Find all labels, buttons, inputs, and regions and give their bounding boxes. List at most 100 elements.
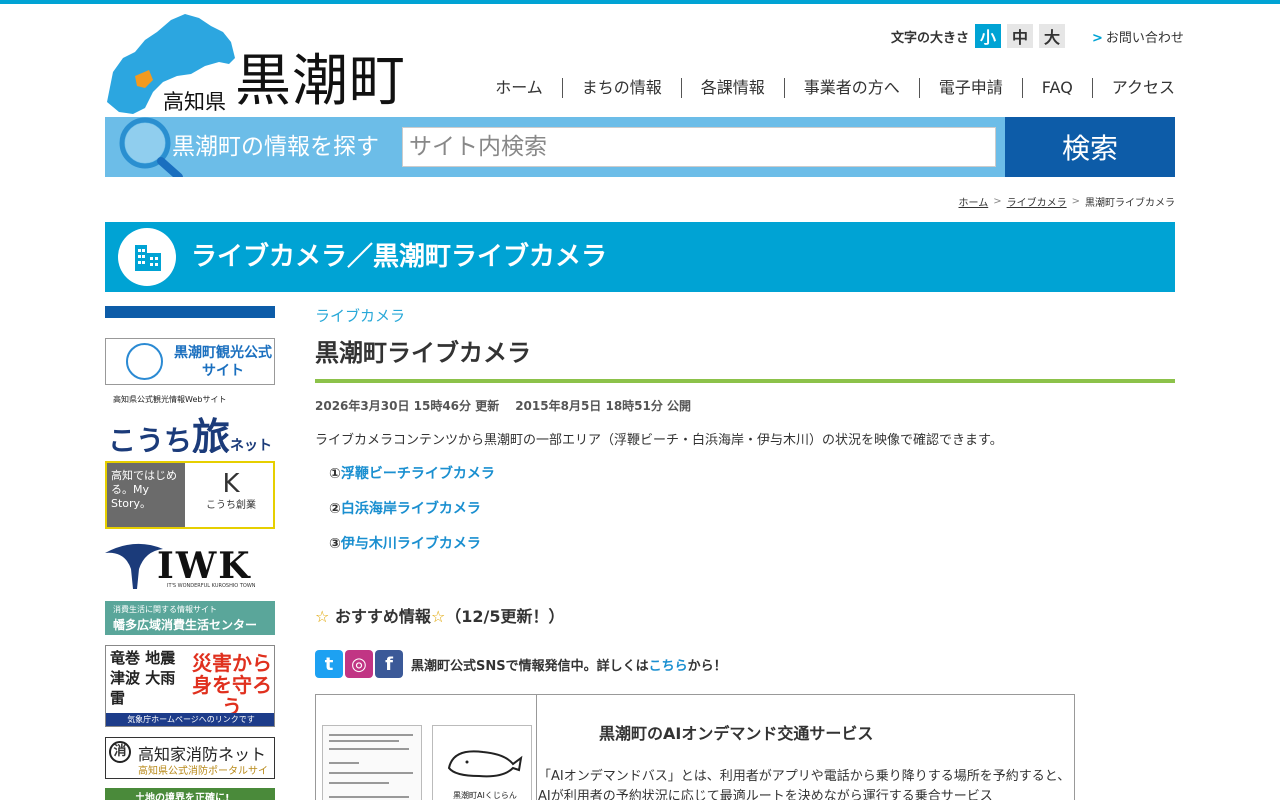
- banner-land-boundary[interactable]: 土地の境界を正確に!: [105, 788, 275, 800]
- startup-photo: 高知ではじめる。My Story。: [107, 463, 185, 527]
- startup-label: K こうち創業: [191, 469, 271, 513]
- banner-kuroshio-tourism-label: 黒潮町観光公式サイト: [174, 345, 272, 379]
- banner-kochi-tabi-net[interactable]: 高知県公式観光情報Webサイト こうち旅ネット: [105, 393, 275, 453]
- banner-kochi-fire-net[interactable]: 消 高知家消防ネット 高知県公式消防ポータルサイト: [105, 737, 275, 779]
- search-label: 黒潮町の情報を探す: [172, 134, 379, 160]
- info-image-cell: 黒潮町AIくじらん: [316, 695, 537, 800]
- nav-departments[interactable]: 各課情報: [680, 78, 784, 98]
- logo-town-name: 黒潮町: [235, 49, 406, 114]
- banner-kuroshio-tourism[interactable]: 黒潮町観光公式サイト: [105, 338, 275, 385]
- font-size-small-button[interactable]: 小: [975, 24, 1002, 48]
- updated-date: 2026年3月30日 15時46分 更新: [315, 399, 500, 413]
- breadcrumb-separator: >: [993, 196, 1002, 207]
- banner-land-boundary-label: 土地の境界を正確に!: [135, 793, 230, 800]
- camera-link-iyoki[interactable]: 伊与木川ライブカメラ: [341, 536, 481, 552]
- nav-e-application[interactable]: 電子申請: [918, 78, 1022, 98]
- banner-iwk[interactable]: IWK IT'S WONDERFUL KUROSHIO TOWN: [105, 539, 275, 591]
- page-dates: 2026年3月30日 15時46分 更新 2015年8月5日 18時51分 公開: [315, 397, 691, 414]
- sns-text-body: 黒潮町公式SNSで情報発信中。詳しくは: [411, 658, 649, 674]
- breadcrumb-home[interactable]: ホーム: [959, 194, 989, 209]
- kujiran-label: 黒潮町AIくじらん: [453, 791, 517, 800]
- nav-faq[interactable]: FAQ: [1021, 78, 1092, 98]
- breadcrumb-current: 黒潮町ライブカメラ: [1085, 198, 1175, 209]
- published-date: 2015年8月5日 18時51分 公開: [515, 399, 692, 413]
- info-box-body: 「AIオンデマンドバス」とは、利用者がアプリや電話から乗り降りする場所を予約する…: [538, 769, 1071, 800]
- whale-icon: [447, 750, 523, 778]
- font-size-label: 文字の大きさ: [891, 30, 970, 46]
- banner-disaster-types: 竜巻 地震 津波 大雨 雷: [110, 649, 176, 707]
- facebook-icon[interactable]: f: [375, 650, 403, 678]
- breadcrumb-livecamera[interactable]: ライブカメラ: [1007, 194, 1067, 209]
- sidebar-top-bar: [105, 306, 275, 318]
- fire-mark-icon: 消: [109, 741, 131, 763]
- nav-home[interactable]: ホーム: [495, 78, 562, 98]
- sns-text-suffix: から！: [687, 658, 727, 674]
- sns-link[interactable]: こちら: [649, 659, 688, 674]
- banner-consumer-subtitle: 消費生活に関する情報サイト: [113, 605, 217, 614]
- ai-ondemand-info-box: 黒潮町AIくじらん 黒潮町のAIオンデマンド交通サービス 「AIオンデマンドバス…: [315, 694, 1075, 800]
- camera-item: ③伊与木川ライブカメラ: [329, 533, 481, 553]
- nav-town-info[interactable]: まちの情報: [561, 78, 681, 98]
- building-icon: [135, 245, 161, 271]
- camera-number: ①: [329, 466, 341, 482]
- camera-item: ①浮鞭ビーチライブカメラ: [329, 463, 495, 483]
- sns-text: 黒潮町公式SNSで情報発信中。詳しくはこちらから！: [411, 655, 727, 674]
- info-box-title: 黒潮町のAIオンデマンド交通サービス: [599, 724, 874, 743]
- contact-link-label: お問い合わせ: [1105, 31, 1184, 46]
- camera-number: ②: [329, 501, 341, 517]
- contact-link[interactable]: > お問い合わせ: [1092, 27, 1184, 46]
- instagram-icon[interactable]: ◎: [345, 650, 373, 678]
- site-logo[interactable]: 高知県 黒潮町: [105, 12, 415, 116]
- startup-photo-text: 高知ではじめる。My Story。: [111, 469, 177, 510]
- breadcrumb-separator: >: [1071, 196, 1080, 207]
- kuroshio-logo-icon: [126, 343, 163, 380]
- startup-label-text: こうち創業: [206, 500, 256, 511]
- category-label[interactable]: ライブカメラ: [315, 305, 405, 326]
- search-input[interactable]: [402, 127, 996, 167]
- section-title-band: ライブカメラ／黒潮町ライブカメラ: [105, 222, 1175, 292]
- star-icon: ☆: [430, 607, 446, 626]
- twitter-icon[interactable]: t: [315, 650, 343, 678]
- banner-consumer-center[interactable]: 消費生活に関する情報サイト 幡多広域消費生活センター: [105, 601, 275, 635]
- banner-disaster-footer: 気象庁ホームページへのリンクです: [106, 713, 274, 726]
- banner-iwk-title: IWK: [157, 545, 252, 587]
- recommended-date: （12/5更新！）: [445, 607, 565, 626]
- banner-consumer-title: 幡多広域消費生活センター: [113, 618, 258, 632]
- building-icon-circle: [118, 228, 176, 286]
- banner-kochi-tabi-subtitle: 高知県公式観光情報Webサイト: [113, 395, 227, 404]
- camera-number: ③: [329, 536, 341, 552]
- global-nav: ホーム まちの情報 各課情報 事業者の方へ 電子申請 FAQ アクセス: [495, 78, 1175, 98]
- nav-access[interactable]: アクセス: [1091, 78, 1175, 98]
- title-divider: [315, 379, 1175, 383]
- recommended-heading: ☆ おすすめ情報☆（12/5更新！）: [315, 603, 565, 627]
- top-accent-line: [0, 0, 1280, 4]
- nav-business[interactable]: 事業者の方へ: [783, 78, 919, 98]
- banner-iwk-subtitle: IT'S WONDERFUL KUROSHIO TOWN: [167, 583, 256, 589]
- recommended-label: おすすめ情報: [334, 607, 431, 626]
- net-text: ネット: [230, 438, 273, 453]
- banner-fire-subtitle: 高知県公式消防ポータルサイト: [138, 766, 268, 777]
- font-size-medium-button[interactable]: 中: [1007, 24, 1034, 48]
- font-size-switcher: 文字の大きさ 小 中 大: [891, 24, 1066, 48]
- banner-disaster-jma[interactable]: 竜巻 地震 津波 大雨 雷 災害から身を守ろう 気象庁ホームページへのリンクです: [105, 645, 275, 727]
- banner-kochi-tabi-title: こうち旅ネット: [108, 406, 272, 453]
- page-title: 黒潮町ライブカメラ: [315, 339, 531, 367]
- flyer-thumbnail[interactable]: [322, 725, 422, 800]
- banner-kochi-startup[interactable]: 高知ではじめる。My Story。 K こうち創業: [105, 461, 275, 529]
- star-icon: ☆: [315, 607, 330, 626]
- search-button[interactable]: 検索: [1005, 117, 1175, 177]
- font-size-large-button[interactable]: 大: [1039, 24, 1066, 48]
- camera-link-shirahama[interactable]: 白浜海岸ライブカメラ: [341, 501, 481, 517]
- kochi-text: こうち: [108, 424, 193, 453]
- banner-disaster-message: 災害から身を守ろう: [192, 651, 272, 719]
- page-description: ライブカメラコンテンツから黒潮町の一部エリア（浮鞭ビーチ・白浜海岸・伊与木川）の…: [315, 433, 1003, 448]
- tabi-text: 旅: [192, 415, 231, 453]
- whale-tail-icon: [105, 543, 163, 589]
- kujiran-thumbnail[interactable]: 黒潮町AIくじらん: [432, 725, 532, 800]
- camera-item: ②白浜海岸ライブカメラ: [329, 498, 481, 518]
- k-logo-icon: K: [222, 469, 240, 499]
- logo-prefecture: 高知県: [163, 90, 226, 114]
- chevron-right-icon: >: [1092, 31, 1103, 46]
- site-search-bar: 黒潮町の情報を探す 検索: [105, 117, 1175, 177]
- camera-link-ukibuchi[interactable]: 浮鞭ビーチライブカメラ: [341, 466, 495, 482]
